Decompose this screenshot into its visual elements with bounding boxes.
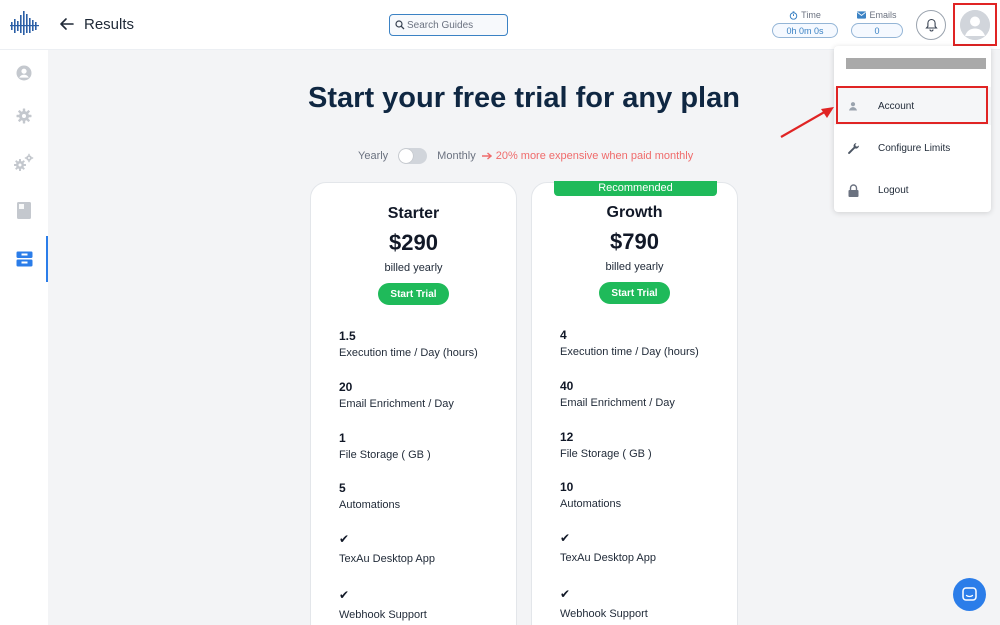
inbox-icon [16,251,32,267]
billing-period-toggle[interactable] [398,148,428,164]
plan-feature: 12 File Storage ( GB ) [560,430,730,460]
sidebar [0,50,48,625]
plan-name: Growth [606,204,663,221]
user-dropdown-menu: Account Configure Limits Logout [834,46,991,212]
feature-label: TexAu Desktop App [339,553,436,565]
plan-price: $290 [389,230,438,255]
checkmark-icon: ✔ [560,587,571,601]
sidebar-item-guides[interactable] [0,187,48,233]
menu-item-label: Configure Limits [878,142,951,154]
gears-icon [14,153,34,171]
feature-label: File Storage ( GB ) [339,449,431,461]
feature-label: Execution time / Day (hours) [339,347,478,359]
feature-label: File Storage ( GB ) [560,448,652,460]
plan-feature: 1 File Storage ( GB ) [339,431,509,461]
checkmark-icon: ✔ [560,531,571,545]
time-stat: Time 0h 0m 0s [772,9,838,38]
back-arrow-icon[interactable] [58,15,76,33]
top-bar: Results Time 0h 0m 0s Emails 0 [0,0,1000,50]
feature-label: Automations [339,499,401,511]
monthly-note-text: 20% more expensive when paid monthly [495,150,694,162]
envelope-icon [857,11,867,19]
account-highlight-box [836,86,988,124]
plan-feature: ✔ TexAu Desktop App [560,531,730,564]
feature-value: 10 [560,480,574,494]
toggle-yearly-label[interactable]: Yearly [358,150,388,162]
annotation-arrow-icon [780,107,834,138]
billing-toggle-row: Yearly Monthly 20% more expensive when p… [358,148,693,164]
time-value: 0h 0m 0s [772,23,838,38]
sidebar-item-profile[interactable] [0,50,48,96]
time-label: Time [801,10,821,20]
plan-feature: 5 Automations [339,481,509,511]
feature-value: 40 [560,379,574,393]
redacted-user-email [846,58,986,69]
feature-label: Email Enrichment / Day [560,397,675,409]
notifications-button[interactable] [916,10,946,40]
stopwatch-icon [789,10,798,20]
menu-item-label: Logout [878,184,909,196]
wrench-icon [846,141,860,155]
feature-value: 12 [560,430,574,444]
feature-label: Automations [560,498,622,510]
feature-label: Execution time / Day (hours) [560,346,699,358]
toggle-monthly-label[interactable]: Monthly [437,150,476,162]
start-trial-button[interactable]: Start Trial [599,282,670,304]
plan-feature: 4 Execution time / Day (hours) [560,328,730,358]
book-icon [17,201,31,219]
sidebar-item-billing[interactable] [0,236,48,282]
feature-label: Webhook Support [560,608,648,620]
plan-feature: ✔ Webhook Support [339,588,509,621]
plan-feature: ✔ Webhook Support [560,587,730,620]
menu-item-logout[interactable]: Logout [834,171,991,209]
search-icon [395,20,405,30]
plan-feature: 40 Email Enrichment / Day [560,379,730,409]
plan-name: Starter [387,205,440,222]
sidebar-item-settings[interactable] [0,93,48,139]
feature-label: Webhook Support [339,609,427,621]
feature-value: 20 [339,380,353,394]
feature-value: 1.5 [339,329,356,343]
arrow-right-icon [481,152,492,160]
user-circle-icon [16,65,32,81]
plan-feature: 20 Email Enrichment / Day [339,380,509,410]
search-input[interactable] [407,19,507,31]
emails-value: 0 [851,23,903,38]
recommended-badge: Recommended [554,181,717,196]
plan-card-growth: Recommended Growth $790 billed yearly St… [531,181,738,625]
feature-label: TexAu Desktop App [560,552,657,564]
avatar [960,9,990,40]
sidebar-item-integrations[interactable] [0,139,48,185]
emails-stat: Emails 0 [851,9,903,38]
search-box[interactable] [389,14,508,36]
pricing-headline: Start your free trial for any plan [308,82,740,114]
plan-card-starter: Starter $290 billed yearly Start Trial 1… [310,182,517,625]
feature-value: 1 [339,431,346,445]
gear-icon [16,108,32,124]
plan-feature: 10 Automations [560,480,730,510]
checkmark-icon: ✔ [339,588,350,602]
plan-feature: 1.5 Execution time / Day (hours) [339,329,509,359]
start-trial-button[interactable]: Start Trial [378,283,449,305]
emails-label: Emails [869,10,897,20]
chat-support-button[interactable] [953,578,986,611]
default-user-icon [960,9,990,40]
feature-value: 4 [560,328,567,342]
feature-label: Email Enrichment / Day [339,398,454,410]
feature-value: 5 [339,481,346,495]
plan-feature: ✔ TexAu Desktop App [339,532,509,565]
user-avatar-button[interactable] [953,3,997,46]
page-title: Results [84,16,135,33]
menu-item-configure-limits[interactable]: Configure Limits [834,129,991,167]
app-logo-icon[interactable] [10,10,40,36]
lock-icon [846,183,860,197]
checkmark-icon: ✔ [339,532,350,546]
chat-icon [962,587,977,601]
plan-billing: billed yearly [384,262,443,274]
bell-icon [924,18,938,32]
plan-billing: billed yearly [605,261,664,273]
monthly-price-note: 20% more expensive when paid monthly [481,150,694,162]
plan-price: $790 [610,229,659,254]
